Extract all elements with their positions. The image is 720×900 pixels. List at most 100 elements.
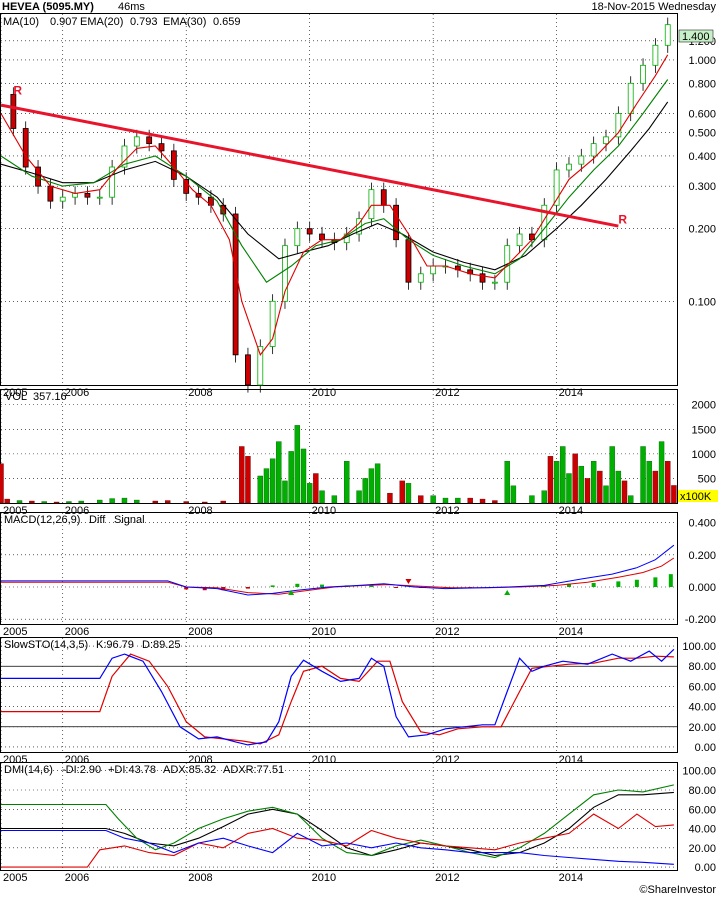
y-tick-label: 0.100	[688, 296, 716, 308]
volume-bar	[529, 495, 535, 504]
ema30-legend: EMA(30)	[163, 16, 206, 28]
volume-bar	[97, 499, 103, 504]
x-tick-label: 2012	[435, 754, 459, 766]
last-price: 1.400	[682, 31, 710, 43]
candle	[133, 136, 140, 147]
adx-label: ADX:85.32	[163, 764, 216, 776]
stochastic-d-label: D:89.25	[142, 639, 181, 651]
volume-bar	[615, 470, 622, 504]
candle	[306, 228, 313, 235]
volume-bar	[288, 451, 294, 504]
volume-bar	[455, 497, 461, 504]
y-tick-label: 80.00	[688, 785, 716, 797]
volume-bar	[504, 461, 510, 504]
macd-histogram-bar	[394, 587, 399, 588]
volume-bar	[368, 468, 375, 504]
y-tick-label: 2000	[692, 400, 716, 412]
candle	[96, 196, 103, 199]
candle	[393, 204, 400, 241]
volume-bar	[269, 458, 276, 504]
volume-bar	[319, 490, 325, 504]
volume-bar	[671, 485, 677, 504]
candle	[59, 196, 66, 202]
candle	[47, 185, 54, 202]
volume-bar	[109, 498, 115, 504]
volume-bar	[578, 465, 585, 504]
candle	[430, 265, 437, 275]
volume-bar	[467, 497, 473, 504]
y-tick-label: 0.00	[695, 862, 716, 874]
volume-bar	[121, 497, 128, 504]
volume-bar	[263, 468, 270, 504]
volume-bar	[646, 461, 652, 504]
volume-bar	[134, 499, 140, 504]
x-tick-label: 2008	[188, 626, 212, 638]
macd-histogram-bar	[634, 579, 639, 587]
ema20-legend: EMA(20)	[80, 16, 123, 28]
candle	[627, 82, 634, 114]
y-tick-label: 20.00	[688, 843, 716, 855]
volume-bar	[294, 425, 301, 504]
candle	[491, 281, 498, 284]
y-tick-label: 0.800	[688, 78, 716, 90]
volume-bar	[183, 501, 189, 504]
y-tick-label: 0.300	[688, 181, 716, 193]
volume-bar	[665, 461, 671, 504]
macd-signal-label: Signal	[114, 514, 145, 526]
x-tick-label: 2008	[188, 387, 212, 399]
x-tick-label: 2006	[65, 872, 89, 884]
resistance-marker: R	[13, 83, 22, 97]
candle	[664, 24, 671, 46]
candle	[566, 163, 572, 171]
volume-bar	[374, 463, 381, 504]
candle	[35, 166, 41, 187]
x-tick-label: 2005	[3, 872, 27, 884]
x-tick-label: 2014	[559, 754, 583, 766]
candle	[603, 136, 609, 145]
candle	[10, 93, 17, 129]
x-tick-label: 2012	[435, 872, 459, 884]
volume-value: 357.16	[33, 391, 67, 403]
volume-bar	[547, 456, 554, 504]
y-tick-label: 0.500	[688, 128, 716, 140]
candle	[269, 300, 276, 347]
volume-bar	[430, 495, 436, 504]
stochastic-label: SlowSTO(14,3,5)	[4, 639, 88, 651]
volume-bar	[609, 446, 615, 504]
volume-bar	[356, 490, 362, 504]
y-tick-label: 1000	[692, 449, 716, 461]
volume-bar	[0, 463, 4, 504]
y-tick-label: 0.400	[688, 151, 716, 163]
volume-bar	[553, 461, 560, 504]
macd-histogram-bar	[591, 582, 596, 587]
macd-label: MACD(12,26,9)	[4, 514, 80, 526]
volume-bar	[479, 498, 486, 504]
volume-bar	[66, 501, 72, 504]
volume-bar	[220, 500, 226, 504]
candle	[578, 155, 585, 165]
y-tick-label: -0.200	[685, 614, 716, 626]
volume-bar	[78, 500, 84, 504]
candle	[84, 192, 91, 198]
candle	[294, 228, 301, 247]
load-time: 46ms	[118, 1, 145, 13]
volume-bar	[510, 485, 517, 504]
volume-bar	[603, 485, 609, 504]
volume-bar	[658, 441, 665, 504]
volume-bar	[405, 483, 412, 504]
y-tick-label: 100.00	[682, 641, 716, 653]
volume-bar	[387, 492, 393, 504]
volume-bar	[41, 501, 47, 504]
volume-bar	[627, 495, 634, 504]
volume-bar	[590, 461, 597, 504]
candle	[590, 143, 597, 157]
candle	[640, 64, 646, 84]
x-tick-label: 2010	[312, 387, 336, 399]
x-tick-label: 2006	[65, 387, 89, 399]
volume-bar	[300, 448, 307, 504]
ma10-value: 0.907	[50, 16, 78, 28]
candle	[146, 136, 153, 145]
candle	[417, 273, 424, 283]
volume-bar	[344, 461, 350, 504]
volume-bar	[331, 495, 338, 504]
